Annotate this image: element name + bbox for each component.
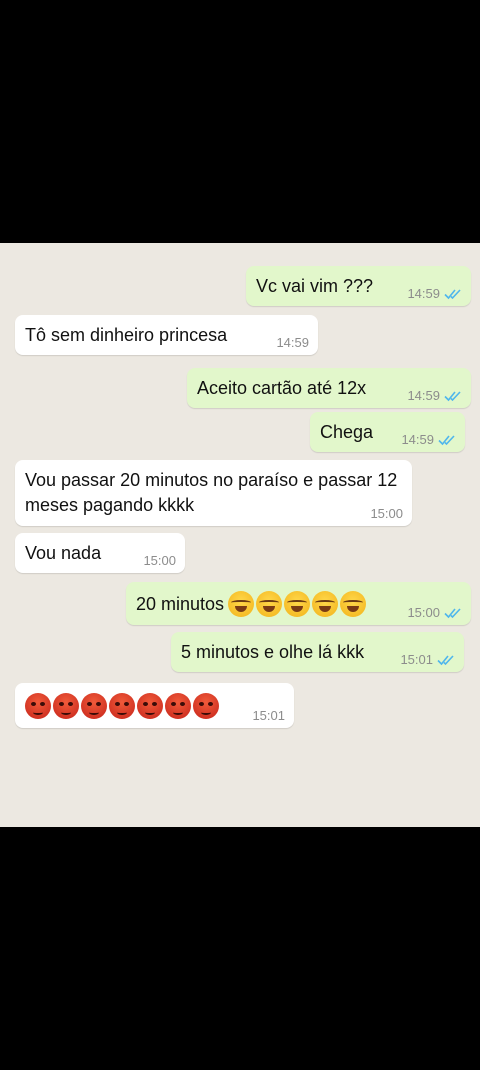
message-meta: 14:59 <box>276 335 309 350</box>
message-time: 15:01 <box>400 652 433 667</box>
tears-of-joy-emoji-icon <box>284 591 311 617</box>
angry-face-emoji-icon <box>53 693 79 719</box>
double-check-icon <box>444 390 461 401</box>
angry-face-emoji-icon <box>137 693 163 719</box>
message-time: 14:59 <box>407 286 440 301</box>
message-outgoing[interactable]: Vc vai vim ??? 14:59 <box>246 266 471 306</box>
message-meta: 15:01 <box>252 708 285 723</box>
message-incoming[interactable]: Vou passar 20 minutos no paraíso e passa… <box>15 460 412 526</box>
message-time: 15:00 <box>407 605 440 620</box>
double-check-icon <box>437 654 454 665</box>
double-check-icon <box>444 607 461 618</box>
message-text: Vou nada <box>25 543 102 563</box>
message-text <box>25 693 219 719</box>
message-text: 5 minutos e olhe lá kkk <box>181 642 365 662</box>
message-time: 15:00 <box>143 553 176 568</box>
message-outgoing[interactable]: Chega 14:59 <box>310 412 465 452</box>
message-text-body: 20 minutos <box>136 594 225 614</box>
angry-face-emoji-icon <box>81 693 107 719</box>
tears-of-joy-emoji-icon <box>256 591 283 617</box>
message-time: 14:59 <box>401 432 434 447</box>
angry-face-emoji-icon <box>109 693 135 719</box>
message-time: 15:01 <box>252 708 285 723</box>
tears-of-joy-emoji-icon <box>340 591 367 617</box>
chat-area: Vc vai vim ??? 14:59 Tô sem dinheiro pri… <box>0 243 480 827</box>
message-incoming[interactable]: Vou nada 15:00 <box>15 533 185 573</box>
angry-face-emoji-icon <box>193 693 219 719</box>
message-incoming[interactable]: Tô sem dinheiro princesa 14:59 <box>15 315 318 355</box>
angry-emoji-row <box>25 693 219 719</box>
laugh-emoji-row <box>228 591 367 617</box>
message-text: 20 minutos <box>136 591 367 617</box>
message-text: Aceito cartão até 12x <box>197 378 367 398</box>
message-outgoing[interactable]: 20 minutos 15:00 <box>126 582 471 625</box>
tears-of-joy-emoji-icon <box>312 591 339 617</box>
double-check-icon <box>444 288 461 299</box>
message-meta: 14:59 <box>407 286 462 301</box>
double-check-icon <box>438 434 455 445</box>
message-outgoing[interactable]: 5 minutos e olhe lá kkk 15:01 <box>171 632 464 672</box>
message-meta: 14:59 <box>407 388 462 403</box>
message-meta: 15:00 <box>370 506 403 521</box>
message-outgoing[interactable]: Aceito cartão até 12x 14:59 <box>187 368 471 408</box>
message-text: Vou passar 20 minutos no paraíso e passa… <box>25 470 398 515</box>
message-text: Tô sem dinheiro princesa <box>25 325 228 345</box>
message-time: 14:59 <box>276 335 309 350</box>
message-meta: 15:00 <box>407 605 462 620</box>
message-text: Vc vai vim ??? <box>256 276 374 296</box>
message-meta: 14:59 <box>401 432 456 447</box>
tears-of-joy-emoji-icon <box>228 591 255 617</box>
message-meta: 15:00 <box>143 553 176 568</box>
message-time: 14:59 <box>407 388 440 403</box>
angry-face-emoji-icon <box>25 693 51 719</box>
message-text: Chega <box>320 422 374 442</box>
message-meta: 15:01 <box>400 652 455 667</box>
angry-face-emoji-icon <box>165 693 191 719</box>
message-incoming[interactable]: 15:01 <box>15 683 294 728</box>
message-time: 15:00 <box>370 506 403 521</box>
